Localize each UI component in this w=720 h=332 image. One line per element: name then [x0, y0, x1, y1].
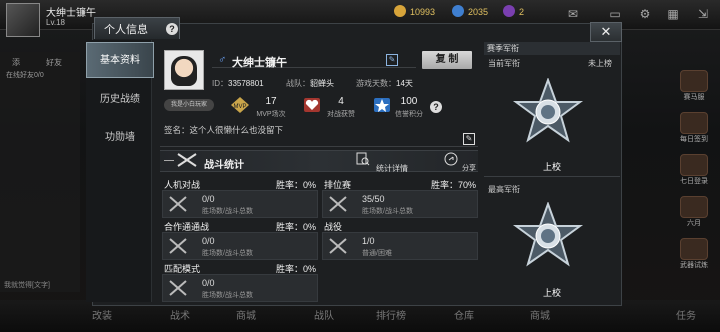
card-value: 35/50	[362, 194, 385, 204]
highest-rank-label: 最高军衔	[488, 185, 520, 194]
mvp-icon: MVP	[231, 97, 249, 113]
grid-icon[interactable]: ▦	[666, 7, 680, 21]
current-rank-insignia-icon	[512, 78, 584, 143]
battle-stats-title: 战斗统计	[204, 160, 244, 171]
mvp-count: 17	[265, 96, 277, 107]
nav-item-7[interactable]: 商城	[530, 307, 550, 322]
share-icon[interactable]	[444, 152, 458, 166]
player-avatar-top[interactable]	[6, 3, 40, 37]
crossed-swords-icon	[329, 196, 347, 212]
crossed-swords-icon	[169, 280, 187, 296]
current-rank-status: 未上榜	[588, 59, 612, 68]
stats-detail-link[interactable]: 统计详情	[376, 163, 408, 174]
mvp-label: MVP场次	[256, 111, 286, 118]
crossed-swords-icon	[329, 238, 347, 254]
rank-divider	[484, 176, 620, 177]
friends-tab-2[interactable]: 好友	[46, 57, 62, 68]
current-rank-name: 上校	[543, 162, 562, 172]
card-subtext: 胜场数/战斗总数	[362, 208, 413, 215]
friends-tab-1[interactable]: 添	[12, 57, 20, 68]
signature-text: 签名：这个人很懒什么也没留下	[164, 125, 284, 135]
mail-icon[interactable]: ✉	[566, 7, 580, 21]
player-team: 战队：貂蝉头	[286, 79, 334, 88]
nav-item-1[interactable]: 改装	[92, 307, 112, 322]
crossed-swords-icon	[169, 196, 187, 212]
dialog-sidebar	[86, 40, 152, 302]
currency-1: 10993	[410, 7, 436, 17]
highest-rank-name: 上校	[543, 288, 562, 298]
nav-item-4[interactable]: 战队	[314, 307, 334, 322]
event-label-4: 六月	[687, 220, 701, 227]
card-subtext: 胜场数/战斗总数	[202, 250, 253, 257]
dialog-title: 个人信息	[104, 24, 148, 36]
event-label-5: 武器试炼	[680, 262, 708, 269]
tab-merit-wall[interactable]: 功勋墙	[86, 120, 154, 156]
edit-name-icon[interactable]: ✎	[386, 54, 398, 66]
season-rank-header: 赛季军衔	[484, 42, 620, 55]
friends-panel-bg	[0, 52, 80, 292]
chat-icon[interactable]: ▭	[608, 7, 622, 21]
card-value: 0/0	[202, 278, 215, 288]
nav-item-3[interactable]: 商城	[236, 307, 256, 322]
svg-text:MVP: MVP	[233, 104, 246, 110]
nav-item-5[interactable]: 排行榜	[376, 307, 406, 322]
currency-3: 2	[519, 7, 525, 17]
player-name-top: 大绅士镰午	[46, 8, 96, 19]
card-value: 0/0	[202, 194, 215, 204]
tab-history[interactable]: 历史战绩	[86, 82, 154, 118]
tab-basic-info[interactable]: 基本资料	[86, 42, 154, 78]
online-friends-text: 在线好友0/0	[6, 72, 44, 79]
star-icon	[374, 98, 390, 112]
nav-item-6[interactable]: 仓库	[454, 307, 474, 322]
event-icon-5[interactable]	[680, 238, 708, 260]
nav-item-2[interactable]: 战术	[170, 307, 190, 322]
credit-score: 100	[400, 96, 418, 107]
nav-item-8[interactable]: 任务	[676, 307, 696, 322]
player-id: ID：33578801	[212, 79, 264, 88]
credit-label: 信誉积分	[395, 111, 423, 118]
card-value: 1/0	[362, 236, 375, 246]
crossed-guns-icon	[177, 153, 197, 167]
card-subtext: 胜场数/战斗总数	[202, 208, 253, 215]
stats-detail-icon[interactable]	[356, 152, 370, 166]
highest-rank-insignia-icon	[512, 202, 584, 267]
event-label-2: 每日签到	[680, 136, 708, 143]
header-dash	[164, 160, 174, 161]
card-value: 0/0	[202, 236, 215, 246]
event-icon-2[interactable]	[680, 112, 708, 134]
crossed-swords-icon	[169, 238, 187, 254]
event-label-3: 七日登录	[680, 178, 708, 185]
player-level: Lv.18	[46, 18, 65, 27]
player-badge[interactable]: 我是小白玩家	[164, 99, 214, 111]
copy-button[interactable]: 复 制	[422, 51, 472, 69]
likes-label: 对战获赞	[327, 111, 355, 118]
player-name: 大绅士镰午	[232, 57, 287, 69]
exit-icon[interactable]: ⇲	[696, 7, 710, 21]
gender-male-icon: ♂	[218, 54, 227, 66]
event-label-1: 赛马服	[683, 94, 705, 101]
event-icon-3[interactable]	[680, 154, 708, 176]
credit-help-icon[interactable]: ?	[430, 101, 442, 113]
edit-signature-icon[interactable]: ✎	[463, 133, 475, 145]
event-icon-4[interactable]	[680, 196, 708, 218]
share-link[interactable]: 分享	[462, 163, 476, 173]
heart-icon	[304, 98, 320, 112]
diamond-icon	[452, 5, 464, 17]
help-icon[interactable]: ?	[166, 23, 178, 35]
current-rank-label: 当前军衔	[488, 59, 520, 68]
chat-preview[interactable]: 我就觉得[文字]	[4, 280, 50, 290]
play-days: 游戏天数：14天	[356, 79, 413, 88]
currency-2: 2035	[468, 7, 489, 17]
event-icon-1[interactable]	[680, 70, 708, 92]
ticket-icon	[503, 5, 515, 17]
gear-icon[interactable]: ⚙	[638, 7, 652, 21]
card-subtext: 普通/困难	[362, 250, 392, 257]
likes-count: 4	[338, 96, 344, 107]
avatar-face-icon	[171, 56, 197, 86]
close-button[interactable]: ✕	[590, 22, 622, 42]
card-subtext: 胜场数/战斗总数	[202, 292, 253, 299]
gold-coin-icon	[394, 5, 406, 17]
